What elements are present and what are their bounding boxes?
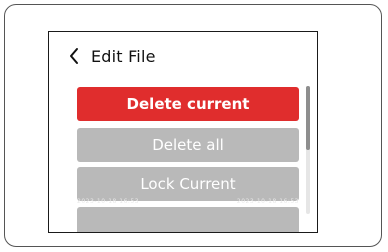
- device-frame: Edit File Delete current Delete all Lock…: [4, 4, 382, 247]
- lock-current-button[interactable]: Lock Current: [77, 167, 299, 201]
- scrollbar-thumb[interactable]: [306, 86, 310, 150]
- header: Edit File: [65, 44, 156, 68]
- screen: Edit File Delete current Delete all Lock…: [48, 31, 318, 233]
- delete-all-button[interactable]: Delete all: [77, 128, 299, 162]
- page-title: Edit File: [91, 46, 156, 66]
- scrollbar[interactable]: [306, 86, 310, 214]
- delete-current-button[interactable]: Delete current: [77, 87, 299, 121]
- next-menu-item-partial[interactable]: [77, 207, 299, 232]
- chevron-left-icon[interactable]: [65, 45, 83, 67]
